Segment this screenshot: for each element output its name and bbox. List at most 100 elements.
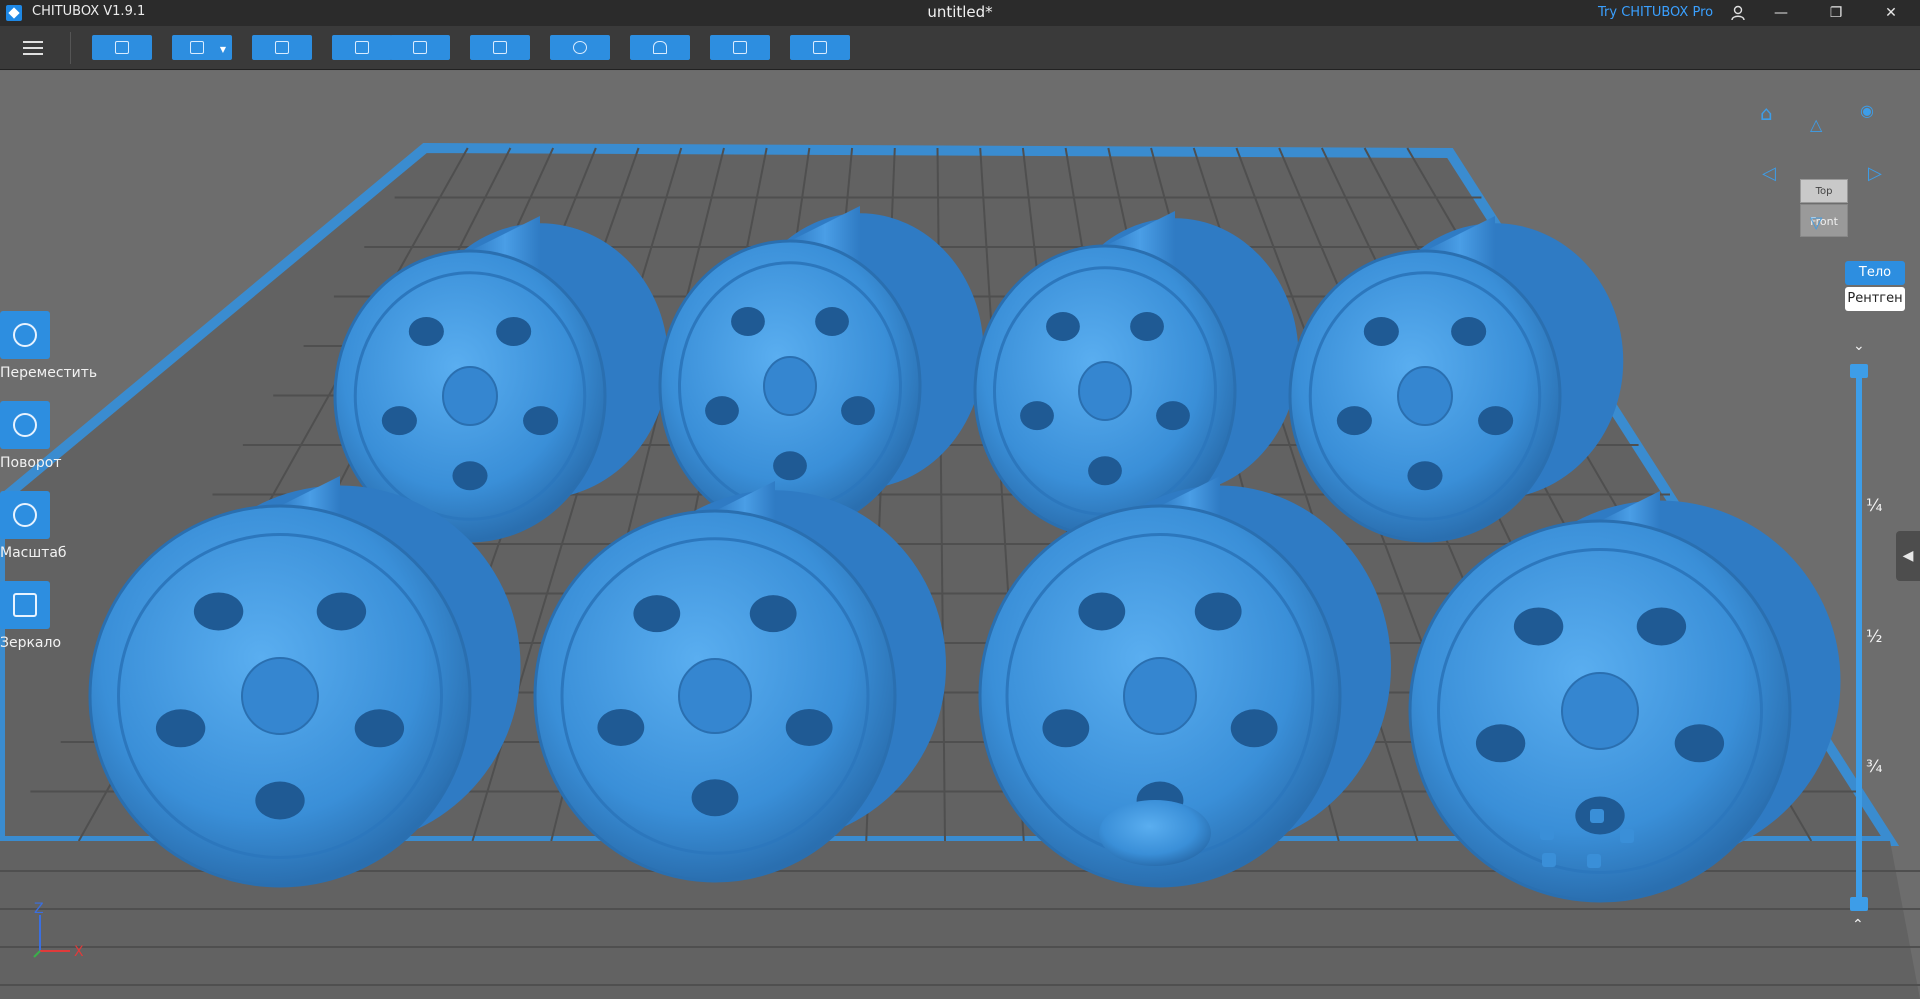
slice-button[interactable]	[790, 35, 850, 60]
view-cube[interactable]: ⌂ △ ◉ ◁ ▷ Top Front ▽	[1750, 101, 1900, 251]
layout-icon	[275, 41, 289, 54]
spoke-window	[523, 406, 559, 436]
spoke-window	[1636, 607, 1687, 646]
rotate-right-icon[interactable]: ▷	[1868, 163, 1882, 184]
spoke-window	[841, 396, 875, 426]
hollow-icon	[733, 41, 747, 54]
move-tool-label: Переместить	[0, 365, 98, 381]
spoke-window	[496, 316, 532, 346]
hollow-button[interactable]	[710, 35, 770, 60]
minimize-button[interactable]: —	[1758, 0, 1804, 26]
solid-view-button[interactable]: Тело	[1845, 261, 1905, 285]
spoke-window	[1674, 724, 1725, 763]
close-button[interactable]: ✕	[1868, 0, 1914, 26]
rotate-down-icon[interactable]: ▽	[1810, 213, 1822, 232]
spoke-window	[1156, 401, 1190, 431]
move-tool-button[interactable]	[0, 311, 50, 359]
spoke-window	[749, 595, 797, 633]
spoke-window	[1363, 316, 1399, 346]
supports-button[interactable]	[630, 35, 690, 60]
spoke-window	[1078, 592, 1126, 631]
mirror-icon	[13, 593, 37, 617]
copy-icon	[493, 41, 507, 54]
copy-button[interactable]	[470, 35, 530, 60]
rotate-icon	[13, 413, 37, 437]
maximize-button[interactable]: ❐	[1813, 0, 1859, 26]
wheel-hub	[1397, 366, 1453, 426]
spoke-window	[1513, 607, 1564, 646]
scale-tool-button[interactable]	[0, 491, 50, 539]
eye-icon[interactable]: ◉	[1860, 101, 1874, 120]
spoke-window	[1478, 406, 1514, 436]
rotate-up-icon[interactable]: △	[1810, 115, 1822, 134]
build-scene[interactable]	[0, 71, 1920, 999]
rotate-tool-button[interactable]	[0, 401, 50, 449]
spoke-window	[1042, 709, 1090, 748]
slider-tick-quarter: ¼	[1866, 496, 1883, 516]
spoke-window	[1088, 456, 1122, 486]
folder-icon	[115, 41, 129, 54]
3d-viewport[interactable]: Переместить Поворот Масштаб Зеркало ⌂ △ …	[0, 71, 1920, 999]
wheel-hub	[241, 657, 319, 735]
chevron-down-icon[interactable]: ⌄	[1853, 338, 1865, 354]
undo-icon	[355, 41, 369, 54]
center-cap-model[interactable]	[1099, 800, 1211, 866]
spoke-window	[691, 779, 739, 817]
chevron-up-icon[interactable]: ⌃	[1852, 917, 1864, 933]
xray-view-button[interactable]: Рентген	[1845, 287, 1905, 311]
mirror-tool-button[interactable]	[0, 581, 50, 629]
user-icon[interactable]	[1720, 0, 1756, 26]
spoke-window	[597, 708, 645, 746]
mirror-tool-label: Зеркало	[0, 635, 62, 651]
spoke-window	[1451, 316, 1487, 346]
spoke-window	[1194, 592, 1242, 631]
spoke-window	[255, 781, 305, 820]
spoke-window	[773, 451, 807, 481]
spoke-window	[785, 708, 833, 746]
chevron-down-icon[interactable]: ▼	[220, 45, 226, 54]
wheel-hub	[1078, 361, 1132, 421]
auto-layout-button[interactable]	[252, 35, 312, 60]
spoke-window	[1336, 406, 1372, 436]
spoke-window	[316, 592, 367, 631]
layer-slider-top-handle[interactable]	[1850, 364, 1868, 378]
wheel-hub	[678, 658, 752, 734]
wheel-hub	[1123, 657, 1197, 735]
main-toolbar: ▼	[0, 26, 1920, 70]
rotate-left-icon[interactable]: ◁	[1762, 163, 1776, 184]
layer-slider-track[interactable]	[1856, 371, 1862, 903]
toolbar-divider	[70, 32, 71, 64]
hamburger-menu-button[interactable]	[20, 35, 48, 61]
spoke-window	[381, 406, 417, 436]
slider-tick-three-quarter: ¾	[1866, 757, 1883, 777]
supports-icon	[653, 41, 667, 54]
z-axis-label: Z	[34, 901, 44, 917]
spoke-window	[1020, 401, 1054, 431]
save-button[interactable]: ▼	[172, 35, 232, 60]
spoke-window	[633, 595, 681, 633]
scale-icon	[13, 503, 37, 527]
multiply-button[interactable]	[550, 35, 610, 60]
spoke-window	[1407, 461, 1443, 491]
chitubox-logo-icon	[6, 5, 22, 21]
layer-slider-bottom-handle[interactable]	[1850, 897, 1868, 911]
view-cube-top-face[interactable]: Top	[1800, 179, 1848, 203]
multiply-icon	[573, 41, 587, 54]
redo-icon	[413, 41, 427, 54]
spoke-window	[705, 396, 739, 426]
view-cube-front-face[interactable]: Front	[1800, 204, 1848, 237]
scale-tool-label: Масштаб	[0, 545, 67, 561]
app-name: CHITUBOX V1.9.1	[32, 4, 146, 19]
open-file-button[interactable]	[92, 35, 152, 60]
spoke-window	[193, 592, 244, 631]
spoke-window	[408, 316, 444, 346]
spoke-window	[155, 709, 206, 748]
home-view-icon[interactable]: ⌂	[1760, 101, 1773, 125]
try-pro-link[interactable]: Try CHITUBOX Pro	[1598, 5, 1713, 20]
spoke-window	[1475, 724, 1526, 763]
redo-button[interactable]	[390, 35, 450, 60]
undo-button[interactable]	[332, 35, 392, 60]
slider-tick-half: ½	[1866, 627, 1883, 647]
side-panel-toggle[interactable]: ◀	[1896, 531, 1920, 581]
axis-indicator: Z X	[33, 901, 84, 960]
